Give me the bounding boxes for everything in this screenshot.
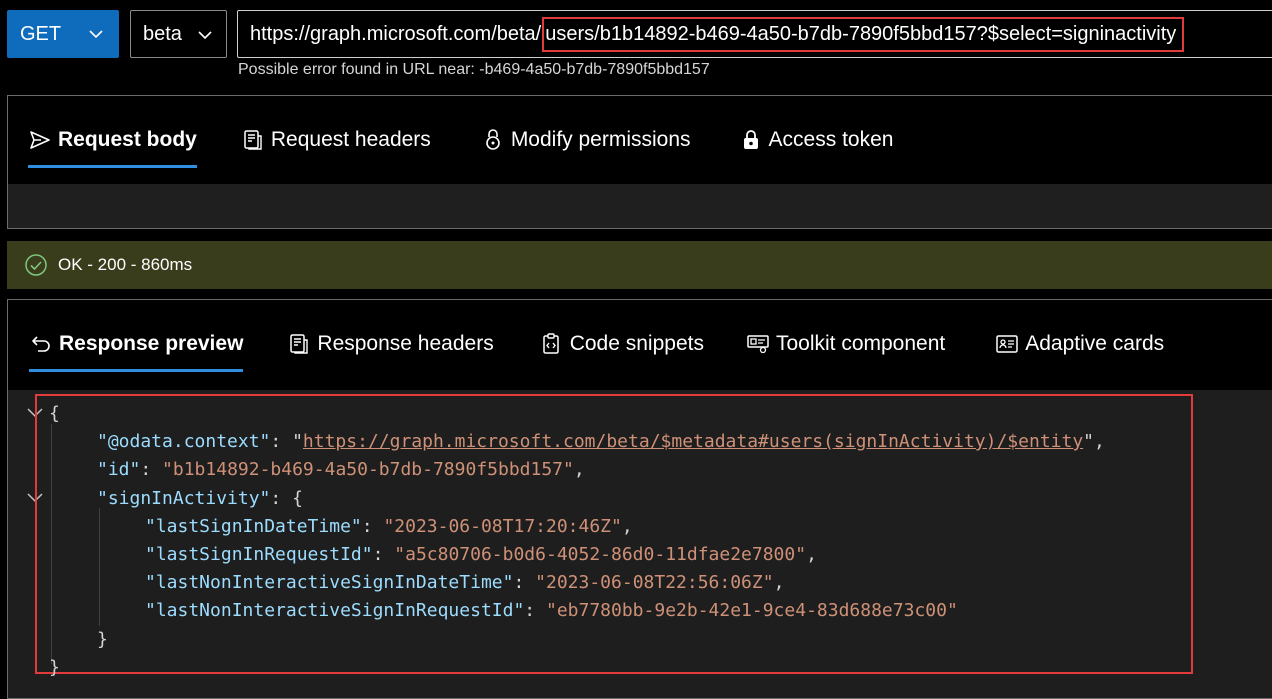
indent-guide [99,508,100,626]
url-error-hint: Possible error found in URL near: -b469-… [238,61,710,78]
card-icon [995,332,1019,356]
http-method-label: GET [20,22,62,45]
json-key: "lastNonInteractiveSignInRequestId" [145,600,525,621]
json-key: "signInActivity" [97,488,271,509]
request-panel: Request body Request headers Modify perm… [7,95,1272,229]
tab-access-token[interactable]: Access token [739,96,894,184]
tab-label: Response preview [59,332,244,355]
json-key: "id" [97,459,141,480]
code-line: "lastNonInteractiveSignInRequestId": "eb… [145,600,958,621]
request-body-editor[interactable] [8,184,1272,228]
tab-response-headers[interactable]: Response headers [287,300,494,388]
code-line: "lastSignInRequestId": "a5c80706-b0d6-40… [145,544,817,565]
tab-label: Code snippets [569,332,704,355]
tab-request-body[interactable]: Request body [28,96,197,184]
tab-label: Modify permissions [510,128,691,151]
code-line: { [49,400,60,428]
tab-adaptive-cards[interactable]: Adaptive cards [995,300,1164,388]
json-key: "lastSignInRequestId" [145,544,373,565]
tab-code-snippets[interactable]: Code snippets [540,300,704,388]
response-tablist: Response preview Response headers Code s… [8,300,1164,390]
tab-response-preview[interactable]: Response preview [29,300,244,388]
tab-label: Toolkit component [775,332,946,355]
code-line: "lastNonInteractiveSignInDateTime": "202… [145,572,785,593]
code-line: } [49,654,60,682]
request-tablist: Request body Request headers Modify perm… [8,96,893,184]
json-string: "2023-06-08T22:56:06Z" [535,572,774,593]
api-version-dropdown[interactable]: beta [130,10,227,58]
chevron-down-icon [87,25,105,49]
code-line: "lastSignInDateTime": "2023-06-08T17:20:… [145,516,633,537]
tab-modify-permissions[interactable]: Modify permissions [481,96,691,184]
json-brace: } [97,629,108,650]
json-string: "2023-06-08T17:20:46Z" [383,516,622,537]
url-path-highlight: users/b1b14892-b469-4a50-b7db-7890f5bbd1… [542,16,1185,52]
tab-label: Response headers [317,332,494,355]
tab-request-headers[interactable]: Request headers [241,96,431,184]
code-line: "signInActivity": { [97,488,303,509]
request-url-input[interactable]: https://graph.microsoft.com/beta/users/b… [237,10,1272,58]
status-text: OK - 200 - 860ms [58,255,193,274]
send-icon [28,128,52,152]
tab-toolkit-component[interactable]: Toolkit component [746,300,945,388]
url-base: https://graph.microsoft.com/beta/ [250,22,542,45]
code-line: "id": "b1b14892-b469-4a50-b7db-7890f5bbd… [97,459,585,480]
clipboard-code-icon [540,332,564,356]
document-header-icon [241,128,265,152]
json-brace: { [49,403,60,424]
api-version-label: beta [143,22,182,45]
json-key: "@odata.context" [97,431,271,452]
document-header-icon [287,332,311,356]
tab-label: Request headers [270,128,431,151]
code-line: "@odata.context": "https://graph.microso… [97,431,1105,452]
json-key: "lastSignInDateTime" [145,516,362,537]
toolkit-icon [746,332,770,356]
json-highlight-frame: { "@odata.context": "https://graph.micro… [35,394,1193,678]
lock-permissions-icon [481,128,505,152]
http-method-dropdown[interactable]: GET [7,10,119,58]
response-panel: Response preview Response headers Code s… [7,299,1272,699]
arrow-return-icon [29,332,53,356]
shield-lock-icon [739,128,763,152]
response-json-viewer[interactable]: { "@odata.context": "https://graph.micro… [8,390,1272,698]
json-string: "a5c80706-b0d6-4052-86d0-11dfae2e7800" [394,544,807,565]
tab-label: Request body [58,128,197,151]
json-key: "lastNonInteractiveSignInDateTime" [145,572,514,593]
indent-guide [51,424,52,664]
code-line: } [97,626,108,654]
json-brace: } [49,657,60,678]
checkmark-circle-icon [24,253,48,277]
json-string: "b1b14892-b469-4a50-b7db-7890f5bbd157" [162,459,574,480]
json-string: "eb7780bb-9e2b-42e1-9ce4-83d688e73c00" [545,600,958,621]
json-link[interactable]: https://graph.microsoft.com/beta/$metada… [303,431,1083,452]
tab-label: Adaptive cards [1025,332,1165,355]
tab-label: Access token [768,128,894,151]
response-status-bar: OK - 200 - 860ms [7,241,1272,289]
chevron-down-icon [196,26,214,50]
